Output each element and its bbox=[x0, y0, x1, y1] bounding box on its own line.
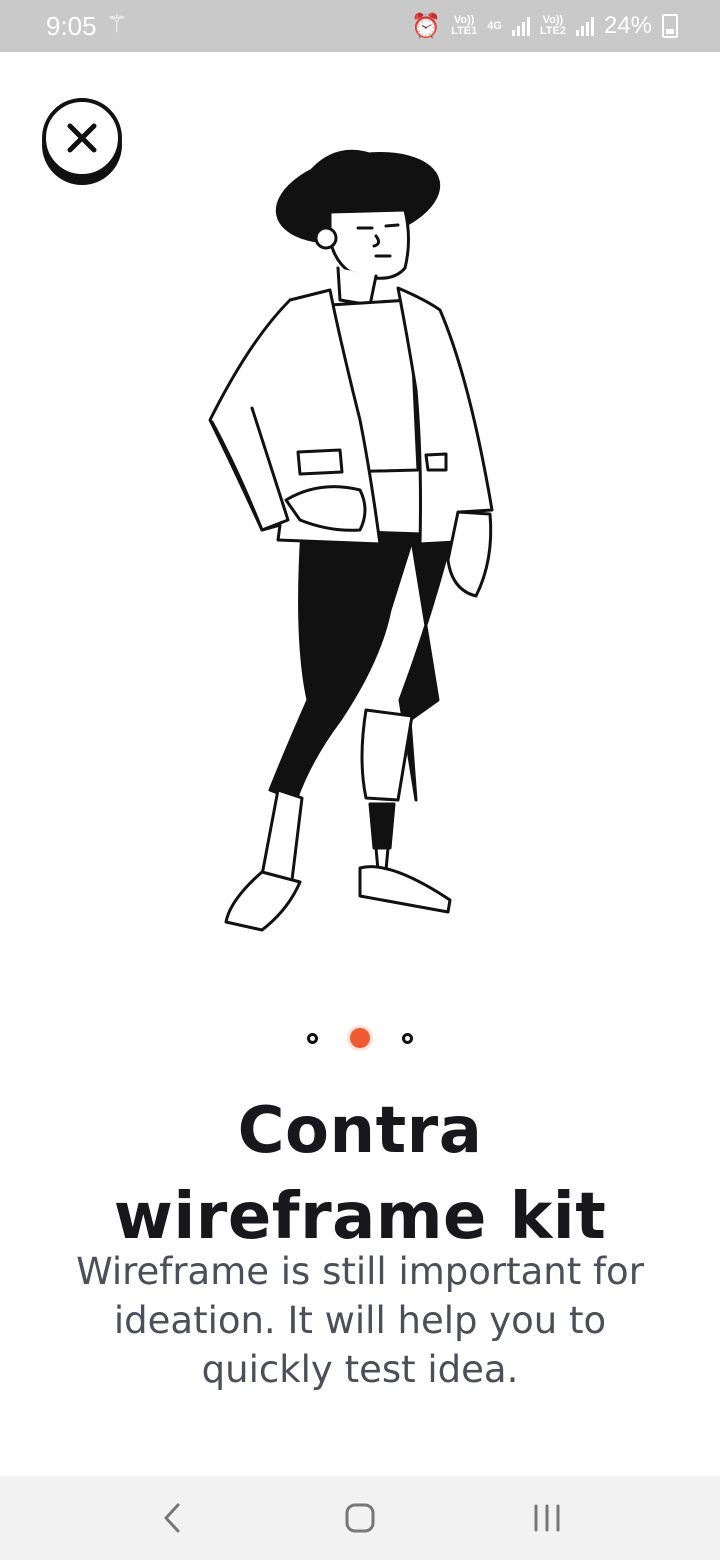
description-line-1: Wireframe is still important for bbox=[76, 1250, 644, 1293]
network-type: 4G bbox=[487, 19, 502, 32]
back-icon bbox=[164, 1503, 180, 1533]
close-icon bbox=[67, 123, 97, 153]
person-illustration bbox=[208, 149, 494, 932]
home-icon bbox=[345, 1503, 375, 1533]
alarm-icon: ⏰ bbox=[411, 12, 442, 40]
signal-strength-2-icon bbox=[575, 16, 594, 36]
recents-icon bbox=[534, 1504, 560, 1532]
close-button[interactable] bbox=[42, 98, 122, 178]
magic-wand-icon: ⚚ bbox=[106, 11, 128, 38]
status-time: 9:05 bbox=[46, 11, 97, 41]
page-indicator bbox=[0, 1027, 720, 1049]
onboarding-title: Contra wireframe kit bbox=[40, 1088, 680, 1260]
volte-2-indicator: Vo)) LTE2 bbox=[539, 14, 566, 37]
page-dot-2-active[interactable] bbox=[350, 1028, 370, 1048]
back-button[interactable] bbox=[142, 1496, 202, 1540]
battery-icon bbox=[662, 14, 678, 38]
page-dot-1[interactable] bbox=[307, 1032, 318, 1044]
title-line-1: Contra bbox=[237, 1094, 483, 1168]
home-button[interactable] bbox=[330, 1496, 390, 1540]
system-navigation-bar bbox=[0, 1476, 720, 1560]
status-indicators: ⏰ Vo)) LTE1 4G Vo)) LTE2 24% bbox=[411, 10, 678, 42]
description-line-2: ideation. It will help you to bbox=[113, 1299, 607, 1342]
signal-strength-icon bbox=[511, 16, 530, 36]
status-bar: 9:05 ⚚ ⏰ Vo)) LTE1 4G Vo)) LTE2 24% bbox=[0, 0, 720, 52]
onboarding-description: Wireframe is still important for ideatio… bbox=[30, 1247, 690, 1394]
volte-1-indicator: Vo)) LTE1 bbox=[451, 14, 478, 37]
page-dot-3[interactable] bbox=[402, 1032, 413, 1044]
battery-percent: 24% bbox=[603, 12, 652, 39]
recents-button[interactable] bbox=[517, 1496, 577, 1540]
description-line-3: quickly test idea. bbox=[201, 1348, 519, 1391]
